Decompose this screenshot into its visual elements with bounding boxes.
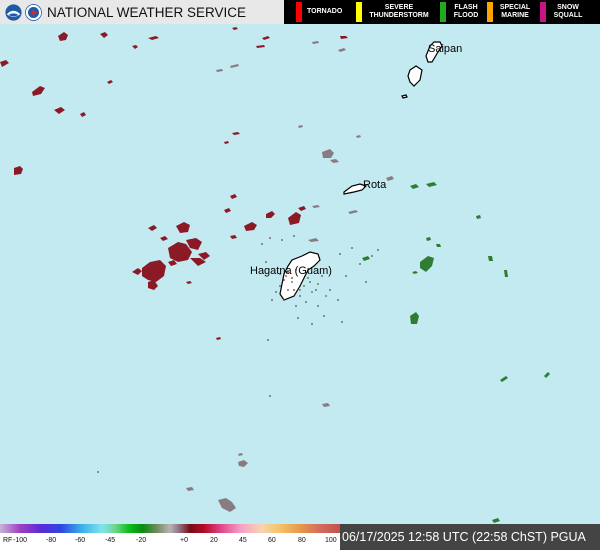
warning-label: FLASH FLOOD [453, 4, 479, 19]
timestamp: 06/17/2025 12:58 UTC (22:58 ChST) PGUA [340, 524, 600, 550]
scale-tick: +0 [180, 537, 188, 544]
scale-tick: -100 [13, 537, 28, 544]
place-label-saipan: Saipan [428, 43, 463, 55]
warning-label: TORNADO [307, 8, 343, 15]
noaa-logo-icon [5, 3, 22, 21]
color-scale-bar [0, 524, 340, 533]
warning-legend: TORNADO SEVERE THUNDERSTORM FLASH FLOOD … [284, 0, 600, 24]
scale-tick: 100 [325, 537, 337, 544]
scale-tick: 80 [298, 537, 306, 544]
warning-label: SEVERE THUNDERSTORM [369, 4, 429, 19]
severe-thunderstorm-swatch [356, 2, 362, 22]
warning-special-marine: SPECIAL MARINE [487, 0, 532, 24]
scale-tick: -80 [46, 537, 57, 544]
nws-logo-icon [25, 3, 42, 21]
place-label-hagatna: Hagatna (Guam) [250, 265, 332, 277]
flash-flood-swatch [440, 2, 446, 22]
tornado-swatch [296, 2, 302, 22]
aguijan-island [401, 94, 408, 99]
scale-tick: -20 [136, 537, 147, 544]
scale-tick: 20 [210, 537, 218, 544]
warning-tornado: TORNADO [296, 0, 342, 24]
page-title: NATIONAL WEATHER SERVICE [47, 4, 247, 20]
scale-tick: -45 [105, 537, 116, 544]
scale-tick: -60 [75, 537, 86, 544]
scale-tick: 45 [239, 537, 247, 544]
special-marine-swatch [487, 2, 493, 22]
velocity-color-legend: RF -100 -80 -60 -45 -20 +0 20 45 60 80 1… [0, 524, 340, 550]
warning-severe-thunderstorm: SEVERE THUNDERSTORM [356, 0, 431, 24]
nws-header: NATIONAL WEATHER SERVICE [0, 0, 284, 24]
warning-label: SNOW SQUALL [553, 4, 583, 19]
warning-snow-squall: SNOW SQUALL [540, 0, 585, 24]
warning-label: SPECIAL MARINE [499, 4, 531, 19]
place-label-rota: Rota [363, 179, 387, 191]
snow-squall-swatch [540, 2, 546, 22]
scale-tick: 60 [268, 537, 276, 544]
warning-flash-flood: FLASH FLOOD [440, 0, 481, 24]
scale-tick: RF [3, 537, 13, 544]
